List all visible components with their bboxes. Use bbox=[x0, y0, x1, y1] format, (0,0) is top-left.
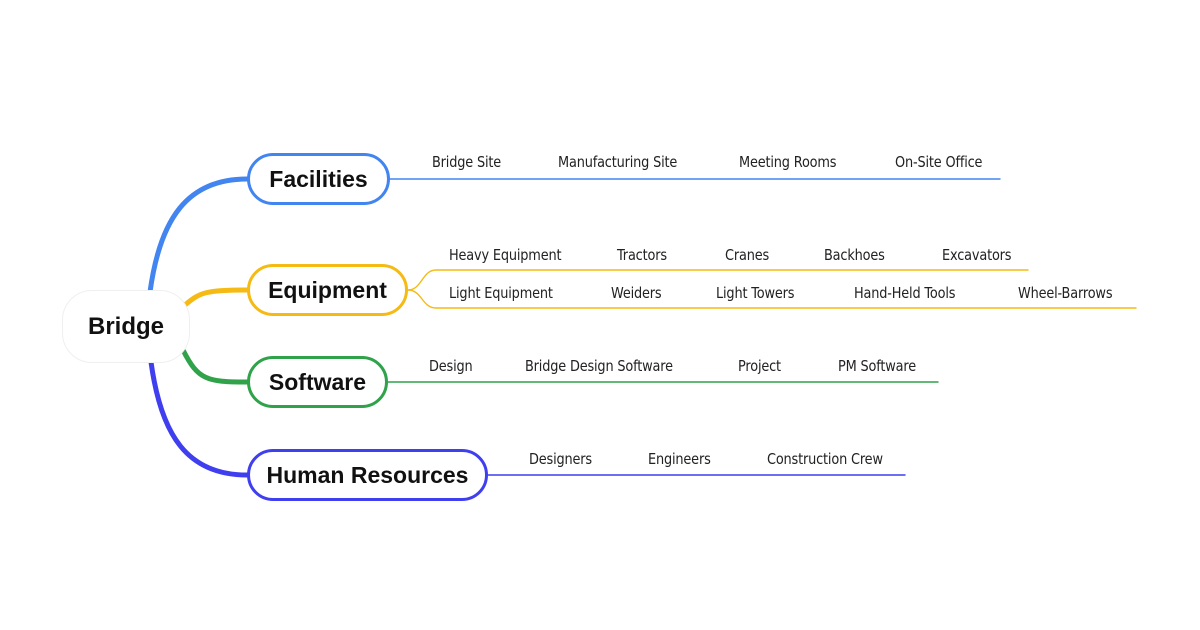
leaf-project[interactable]: Project bbox=[738, 357, 781, 375]
leaf-hand-held-tools[interactable]: Hand-Held Tools bbox=[854, 284, 956, 302]
leaf-light-equipment[interactable]: Light Equipment bbox=[449, 284, 553, 302]
branch-node-software[interactable]: Software bbox=[247, 356, 388, 408]
leaf-engineers[interactable]: Engineers bbox=[648, 450, 711, 468]
leaf-light-towers[interactable]: Light Towers bbox=[716, 284, 794, 302]
leaf-cranes[interactable]: Cranes bbox=[725, 246, 769, 264]
leaf-heavy-equipment[interactable]: Heavy Equipment bbox=[449, 246, 562, 264]
leaf-backhoes[interactable]: Backhoes bbox=[824, 246, 885, 264]
leaf-on-site-office[interactable]: On-Site Office bbox=[895, 153, 982, 171]
leaf-excavators[interactable]: Excavators bbox=[942, 246, 1012, 264]
leaf-bridge-design-software[interactable]: Bridge Design Software bbox=[525, 357, 673, 375]
branch-node-facilities[interactable]: Facilities bbox=[247, 153, 390, 205]
root-node-bridge[interactable]: Bridge bbox=[62, 290, 190, 363]
root-connector-facilities bbox=[147, 176, 250, 295]
leaf-manufacturing-site[interactable]: Manufacturing Site bbox=[558, 153, 677, 171]
branch-node-human-resources[interactable]: Human Resources bbox=[247, 449, 488, 501]
leaf-designers[interactable]: Designers bbox=[529, 450, 592, 468]
leaf-weiders[interactable]: Weiders bbox=[611, 284, 662, 302]
leaf-construction-crew[interactable]: Construction Crew bbox=[767, 450, 883, 468]
leaf-pm-software[interactable]: PM Software bbox=[838, 357, 916, 375]
branch-node-equipment[interactable]: Equipment bbox=[247, 264, 408, 316]
leaf-bridge-site[interactable]: Bridge Site bbox=[432, 153, 501, 171]
leaf-meeting-rooms[interactable]: Meeting Rooms bbox=[739, 153, 837, 171]
root-connector-software bbox=[180, 347, 250, 385]
leaf-design[interactable]: Design bbox=[429, 357, 473, 375]
leaf-tractors[interactable]: Tractors bbox=[617, 246, 667, 264]
leaf-wheel-barrows[interactable]: Wheel-Barrows bbox=[1018, 284, 1113, 302]
root-connector-human-resources bbox=[148, 359, 250, 478]
root-connector-equipment bbox=[182, 287, 250, 308]
